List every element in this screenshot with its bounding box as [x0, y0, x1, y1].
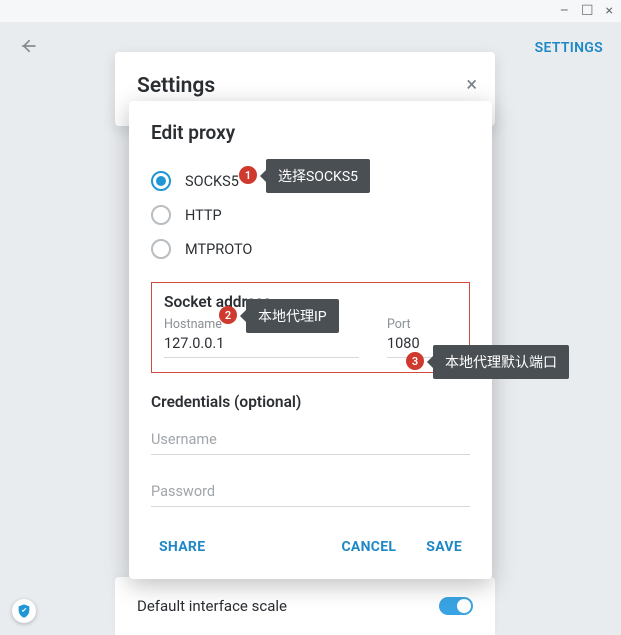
dialog-actions: SHARE CANCEL SAVE — [151, 533, 470, 561]
shield-icon[interactable] — [12, 599, 36, 623]
port-label: Port — [387, 317, 457, 332]
dialog-title: Edit proxy — [151, 121, 470, 144]
radio-mtproto[interactable]: MTPROTO — [151, 232, 470, 266]
password-input[interactable] — [151, 477, 470, 507]
radio-http[interactable]: HTTP — [151, 198, 470, 232]
settings-title: Settings — [137, 74, 473, 98]
close-icon[interactable]: × — [466, 72, 477, 96]
window-controls: – ☐ × — [0, 0, 621, 22]
save-button[interactable]: SAVE — [418, 533, 470, 561]
annotation-badge-1: 1 — [239, 166, 257, 184]
cancel-button[interactable]: CANCEL — [333, 533, 404, 561]
radio-label: SOCKS5 — [185, 173, 239, 190]
interface-scale-label: Default interface scale — [137, 597, 287, 615]
radio-icon — [151, 205, 171, 225]
interface-scale-toggle[interactable] — [439, 597, 473, 615]
radio-label: HTTP — [185, 207, 222, 224]
annotation-badge-3: 3 — [406, 352, 424, 370]
username-input[interactable] — [151, 425, 470, 455]
settings-link[interactable]: SETTINGS — [535, 40, 603, 56]
annotation-badge-2: 2 — [219, 306, 237, 324]
annotation-callout-1: 选择SOCKS5 — [266, 159, 370, 193]
radio-icon — [151, 171, 171, 191]
back-icon[interactable] — [18, 36, 38, 60]
annotation-callout-2: 本地代理IP — [246, 299, 339, 333]
radio-label: MTPROTO — [185, 241, 252, 258]
share-button[interactable]: SHARE — [151, 533, 213, 561]
radio-icon — [151, 239, 171, 259]
close-window-icon[interactable]: × — [606, 3, 613, 19]
maximize-icon[interactable]: ☐ — [581, 3, 594, 19]
minimize-icon[interactable]: – — [560, 3, 569, 19]
interface-scale-row: Default interface scale — [115, 577, 495, 635]
hostname-value: 127.0.0.1 — [164, 335, 359, 353]
credentials-heading: Credentials (optional) — [151, 393, 470, 411]
annotation-callout-3: 本地代理默认端口 — [433, 345, 569, 379]
